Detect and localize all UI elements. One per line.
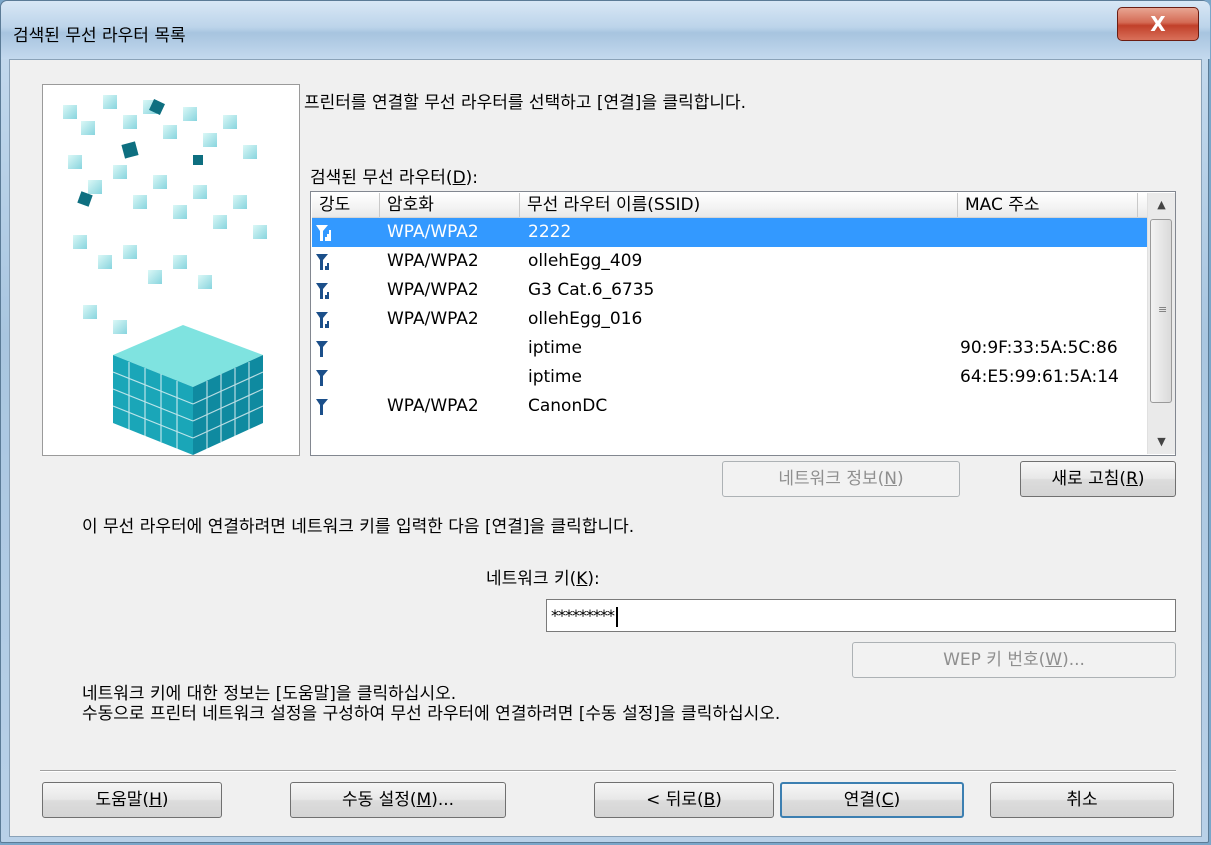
title-bar[interactable]: 검색된 무선 라우터 목록 X	[1, 1, 1210, 59]
dialog-client-area: 프린터를 연결할 무선 라우터를 선택하고 [연결]을 클릭합니다. 검색된 무…	[9, 59, 1202, 837]
column-header-mac[interactable]: MAC 주소	[958, 193, 1138, 217]
router-list-header: 강도 암호화 무선 라우터 이름(SSID) MAC 주소	[312, 193, 1147, 218]
router-ssid: 2222	[528, 222, 572, 242]
help-text: 네트워크 키에 대한 정보는 [도움말]을 클릭하십시오. 수동으로 프린터 네…	[82, 684, 780, 724]
signal-strength-icon	[316, 370, 328, 386]
router-ssid: G3 Cat.6_6735	[528, 280, 655, 300]
signal-strength-icon	[316, 225, 331, 241]
cancel-button[interactable]: 취소	[990, 782, 1174, 818]
router-row[interactable]: WPA/WPA2 2222	[312, 218, 1147, 247]
router-row[interactable]: iptime 64:E5:99:61:5A:14	[312, 363, 1147, 392]
help-text-line2: 수동으로 프린터 네트워크 설정을 구성하여 무선 라우터에 연결하려면 [수동…	[82, 704, 781, 724]
wep-key-number-button[interactable]: WEP 키 번호(W)...	[852, 642, 1176, 678]
manual-setup-button[interactable]: 수동 설정(M)...	[290, 782, 506, 818]
router-encryption: WPA/WPA2	[387, 280, 479, 300]
help-button[interactable]: 도움말(H)	[42, 782, 222, 818]
column-header-ssid[interactable]: 무선 라우터 이름(SSID)	[520, 193, 958, 217]
scroll-down-arrow-icon[interactable]: ▼	[1148, 430, 1175, 454]
network-key-instruction: 이 무선 라우터에 연결하려면 네트워크 키를 입력한 다음 [연결]을 클릭합…	[82, 517, 635, 537]
router-encryption: WPA/WPA2	[387, 309, 479, 329]
refresh-button[interactable]: 새로 고침(R)	[1020, 461, 1176, 497]
router-ssid: iptime	[528, 367, 582, 387]
back-button[interactable]: < 뒤로(B)	[594, 782, 774, 818]
router-row[interactable]: WPA/WPA2 ollehEgg_016	[312, 305, 1147, 334]
router-ssid: iptime	[528, 338, 582, 358]
router-encryption: WPA/WPA2	[387, 222, 479, 242]
scroll-grip-icon: ≡	[1158, 303, 1168, 316]
router-mac: 64:E5:99:61:5A:14	[960, 367, 1119, 387]
router-ssid: CanonDC	[528, 396, 608, 416]
wizard-illustration	[42, 84, 300, 456]
signal-strength-icon	[316, 341, 328, 357]
network-info-button[interactable]: 네트워크 정보(N)	[722, 461, 960, 497]
signal-strength-icon	[316, 312, 329, 328]
footer-separator	[40, 770, 1176, 772]
router-mac: 90:9F:33:5A:5C:86	[960, 338, 1118, 358]
scroll-up-arrow-icon[interactable]: ▲	[1148, 193, 1175, 217]
connect-button[interactable]: 연결(C)	[780, 782, 964, 818]
router-row[interactable]: iptime 90:9F:33:5A:5C:86	[312, 334, 1147, 363]
close-button[interactable]: X	[1117, 7, 1199, 41]
scrollbar-thumb[interactable]: ≡	[1150, 219, 1172, 403]
router-encryption: WPA/WPA2	[387, 396, 479, 416]
dialog-window: 검색된 무선 라우터 목록 X 프린터를 연결할 무선 라우터를 선택하고 [연…	[0, 0, 1210, 843]
router-encryption: WPA/WPA2	[387, 251, 479, 271]
window-title: 검색된 무선 라우터 목록	[13, 26, 186, 46]
router-ssid: ollehEgg_409	[528, 251, 643, 271]
router-row[interactable]: WPA/WPA2 G3 Cat.6_6735	[312, 276, 1147, 305]
router-ssid: ollehEgg_016	[528, 309, 643, 329]
network-key-label: 네트워크 키(K):	[486, 569, 600, 589]
network-key-input[interactable]: *********	[546, 599, 1176, 632]
signal-strength-icon	[316, 283, 329, 299]
router-list-label: 검색된 무선 라우터(D):	[310, 168, 479, 188]
router-list[interactable]: 강도 암호화 무선 라우터 이름(SSID) MAC 주소 WPA/WPA2 22…	[310, 191, 1176, 456]
select-instruction: 프린터를 연결할 무선 라우터를 선택하고 [연결]을 클릭합니다.	[304, 93, 747, 113]
signal-strength-icon	[316, 399, 328, 415]
column-header-strength[interactable]: 강도	[312, 193, 380, 217]
column-header-encryption[interactable]: 암호화	[380, 193, 520, 217]
signal-strength-icon	[316, 254, 329, 270]
help-text-line1: 네트워크 키에 대한 정보는 [도움말]을 클릭하십시오.	[82, 684, 457, 704]
router-row[interactable]: WPA/WPA2 CanonDC	[312, 392, 1147, 421]
router-row[interactable]: WPA/WPA2 ollehEgg_409	[312, 247, 1147, 276]
router-list-scrollbar[interactable]: ▲ ≡ ▼	[1147, 193, 1175, 454]
